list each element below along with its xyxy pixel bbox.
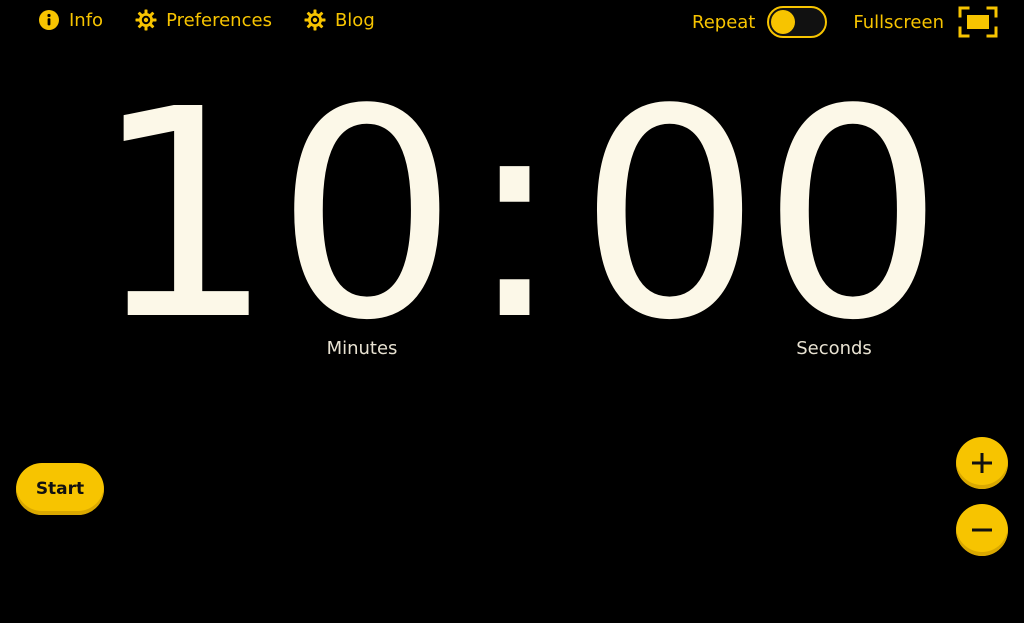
seconds-label: Seconds [796,338,872,359]
nav-info[interactable]: Info [38,9,103,31]
gear-icon [135,9,157,31]
nav-info-label: Info [69,9,104,31]
top-nav: Info Preferences Blog [38,9,375,31]
start-button[interactable]: Start [16,463,104,515]
decrease-time-button[interactable] [956,504,1008,556]
nav-preferences-label: Preferences [166,9,272,31]
seconds-digits[interactable]: 00 [578,72,944,360]
top-right-controls: Repeat Fullscreen [692,6,998,38]
timer-page: Info Preferences Blog Repeat Fullscreen … [0,0,1024,623]
nav-blog-label: Blog [334,9,375,31]
time-separator: : [466,48,564,383]
minutes-label: Minutes [326,338,398,359]
minutes-digits[interactable]: 10 [92,72,458,360]
nav-preferences[interactable]: Preferences [135,9,272,31]
repeat-label: Repeat [692,11,756,33]
increase-time-button[interactable] [956,437,1008,489]
timer-display: 10 : 00 [0,72,1024,360]
gear-icon [304,9,326,31]
plus-icon [972,453,992,473]
repeat-toggle[interactable] [767,6,828,38]
minus-icon [972,528,992,532]
toggle-knob [771,10,796,34]
fullscreen-icon[interactable] [958,6,998,38]
fullscreen-label: Fullscreen [853,11,944,33]
nav-blog[interactable]: Blog [304,9,375,31]
info-icon [39,10,59,30]
